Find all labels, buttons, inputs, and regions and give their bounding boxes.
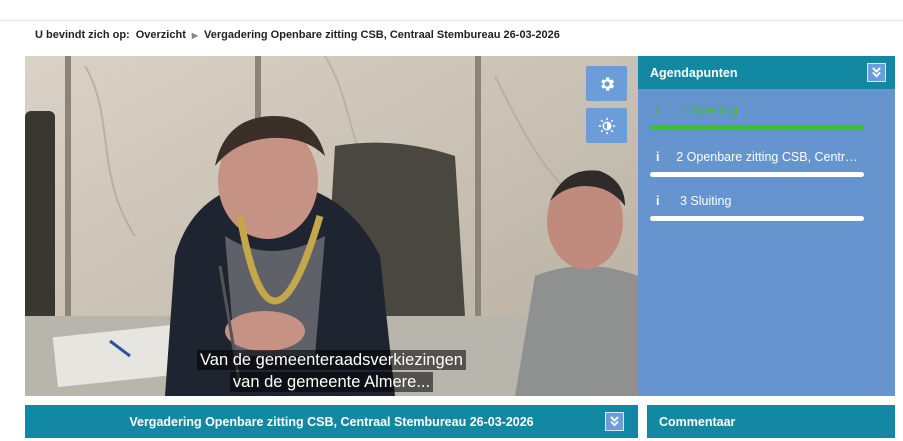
agenda-item-progress: [650, 172, 864, 177]
breadcrumb-separator-icon: ▶: [191, 30, 199, 40]
agenda-header: Agendapunten: [638, 56, 895, 89]
agenda-collapse-button[interactable]: [867, 63, 886, 82]
agenda-item-sluiting[interactable]: i 3 Sluiting: [650, 194, 864, 221]
agenda-item-opening[interactable]: i 1 Opening: [650, 103, 864, 130]
top-divider: [0, 20, 903, 21]
meeting-title: Vergadering Openbare zitting CSB, Centra…: [129, 414, 534, 429]
breadcrumb-label: U bevindt zich op:: [35, 29, 130, 41]
brightness-button[interactable]: [586, 108, 627, 143]
meeting-collapse-button[interactable]: [605, 412, 624, 431]
agenda-panel: Agendapunten i 1 Opening i 2 Openbare zi…: [638, 56, 895, 396]
breadcrumb: U bevindt zich op: Overzicht ▶ Vergaderi…: [35, 29, 560, 41]
agenda-item-title: 3 Sluiting: [680, 194, 732, 208]
chevron-double-down-icon: [610, 416, 619, 427]
subtitle-line-2: van de gemeente Almere...: [25, 372, 638, 392]
comments-title: Commentaar: [659, 414, 736, 429]
gear-icon: [600, 76, 614, 91]
comments-bar[interactable]: Commentaar: [647, 405, 895, 438]
agenda-title: Agendapunten: [650, 65, 738, 80]
subtitle-line-1: Van de gemeenteraadsverkiezingen: [25, 350, 638, 370]
agenda-item-title: 2 Openbare zitting CSB, Centraal Stembur…: [676, 150, 864, 164]
video-frame: [25, 56, 638, 396]
chevron-double-down-icon: [872, 67, 881, 78]
agenda-item-openbare-zitting[interactable]: i 2 Openbare zitting CSB, Centraal Stemb…: [650, 150, 864, 177]
agenda-item-progress: [650, 216, 864, 221]
settings-button[interactable]: [586, 66, 627, 101]
info-icon[interactable]: i: [656, 150, 666, 164]
agenda-item-progress: [650, 125, 864, 130]
meeting-info-bar[interactable]: Vergadering Openbare zitting CSB, Centra…: [25, 405, 638, 438]
brightness-icon: [598, 117, 615, 134]
info-icon[interactable]: i: [656, 194, 670, 208]
video-player[interactable]: Van de gemeenteraadsverkiezingen van de …: [25, 56, 638, 396]
breadcrumb-current: Vergadering Openbare zitting CSB, Centra…: [204, 29, 560, 41]
breadcrumb-link-overview[interactable]: Overzicht: [136, 29, 186, 41]
info-icon[interactable]: i: [656, 103, 670, 117]
agenda-item-title: 1 Opening: [680, 103, 738, 117]
